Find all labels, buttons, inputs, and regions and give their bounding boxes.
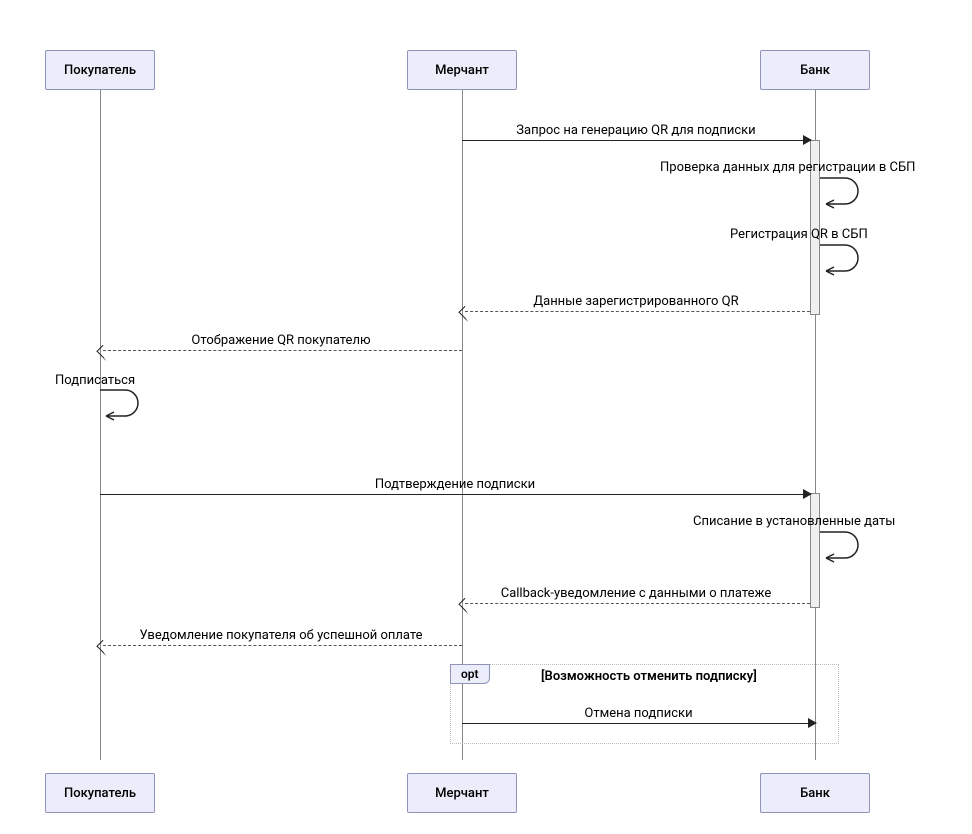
actor-merchant-bottom: Мерчант (407, 773, 517, 813)
actor-merchant-top: Мерчант (407, 50, 517, 90)
message-label: Подписаться (55, 373, 135, 388)
actor-label: Мерчант (435, 786, 489, 801)
activation-bank-2 (810, 493, 820, 608)
message-label: Callback-уведомление с данными о платеже (462, 586, 810, 601)
message-label: Данные зарегистрированного QR (462, 294, 810, 309)
message-label: Запрос на генерацию QR для подписки (462, 123, 810, 138)
opt-tag: opt (450, 664, 490, 684)
message-arrow (103, 645, 462, 646)
actor-bank-bottom: Банк (760, 773, 870, 813)
message-label: Отображение QR покупателю (100, 333, 462, 348)
message-arrow (465, 311, 810, 312)
message-label: Проверка данных для регистрации в СБП (660, 160, 915, 175)
message-label: Списание в установленные даты (693, 514, 895, 529)
actor-buyer-top: Покупатель (45, 50, 155, 90)
actor-label: Банк (800, 63, 830, 78)
message-arrow (465, 603, 810, 604)
sequence-diagram: Покупатель Мерчант Банк Покупатель Мерча… (0, 0, 972, 834)
opt-condition: [Возможность отменить подписку] (541, 669, 757, 684)
lifeline-merchant (462, 90, 463, 760)
message-arrow (100, 494, 810, 495)
message-arrow (462, 723, 815, 724)
actor-label: Покупатель (64, 786, 136, 801)
message-label: Подтверждение подписки (100, 477, 810, 492)
self-loop-icon (100, 390, 140, 430)
message-label: Уведомление покупателя об успешной оплат… (100, 628, 462, 643)
self-loop-icon (820, 245, 860, 285)
message-label: Отмена подписки (462, 706, 815, 721)
message-arrow (103, 350, 462, 351)
self-loop-icon (820, 532, 860, 572)
message-arrow (462, 140, 810, 141)
actor-label: Покупатель (64, 63, 136, 78)
actor-buyer-bottom: Покупатель (45, 773, 155, 813)
message-label: Регистрация QR в СБП (730, 227, 868, 242)
actor-label: Мерчант (435, 63, 489, 78)
actor-bank-top: Банк (760, 50, 870, 90)
actor-label: Банк (800, 786, 830, 801)
self-loop-icon (820, 178, 860, 218)
opt-fragment: opt [Возможность отменить подписку] (450, 664, 839, 744)
